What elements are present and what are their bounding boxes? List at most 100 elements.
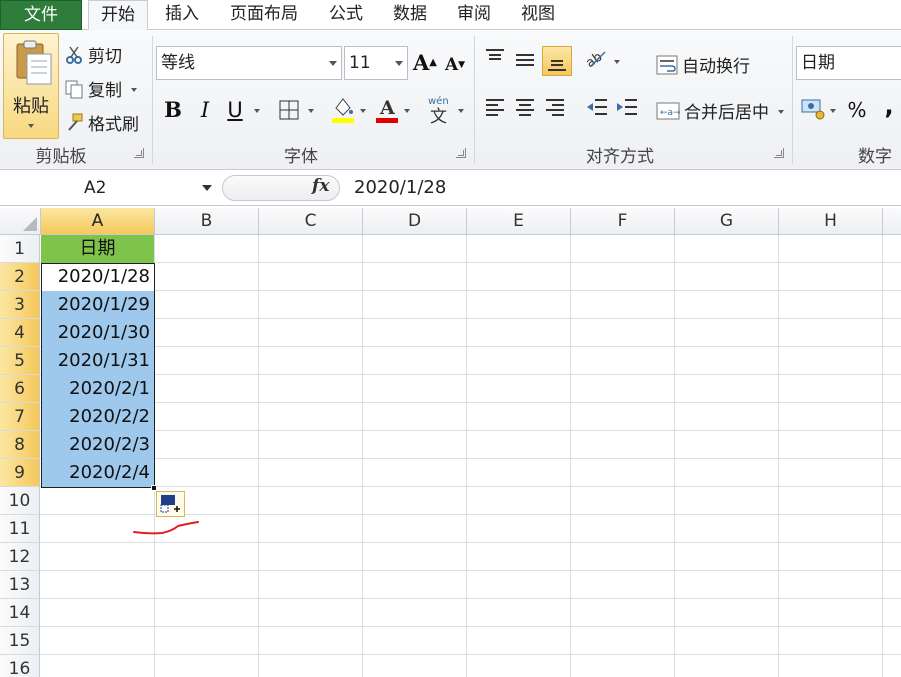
auto-fill-options-button[interactable] [156,491,185,517]
row-header-14[interactable]: 14 [0,599,40,627]
tab-formulas[interactable]: 公式 [318,0,374,30]
font-launcher-icon[interactable] [456,148,466,158]
border-button[interactable] [276,97,302,123]
orientation-dropdown-icon[interactable] [614,60,620,64]
tab-home[interactable]: 开始 [88,0,148,31]
wrap-text-button[interactable]: 自动换行 [656,52,750,81]
accounting-format-icon[interactable] [800,96,826,122]
column-header-f[interactable]: F [571,208,675,235]
comma-style-button[interactable]: , [876,93,901,119]
clipboard-launcher-icon[interactable] [134,148,144,158]
row-header-16[interactable]: 16 [0,655,40,677]
shrink-font-icon[interactable]: A▼ [442,52,468,78]
align-bottom-button[interactable] [542,46,572,76]
decrease-indent-icon[interactable] [584,96,610,122]
row-header-11[interactable]: 11 [0,515,40,543]
align-left-icon[interactable] [482,96,508,122]
gridline [40,346,901,347]
row-header-15[interactable]: 15 [0,627,40,655]
name-box[interactable]: A2 [0,173,218,203]
select-all-corner[interactable] [0,208,41,235]
font-color-icon: A [376,97,398,123]
format-painter-button[interactable]: 格式刷 [64,110,139,138]
tab-view[interactable]: 视图 [510,0,566,30]
alignment-launcher-icon[interactable] [774,148,784,158]
tab-data[interactable]: 数据 [382,0,438,30]
copy-button[interactable]: 复制 [64,76,138,104]
font-size-combo[interactable]: 11 [344,46,408,80]
grow-font-icon[interactable]: A▲ [412,50,438,76]
svg-text:ab: ab [585,50,605,68]
italic-button[interactable]: I [192,97,218,123]
svg-text:文: 文 [430,107,447,124]
number-format-value: 日期 [801,53,835,73]
insert-function-icon[interactable]: fx [312,176,329,196]
tab-page-layout[interactable]: 页面布局 [220,0,308,30]
column-header-c[interactable]: C [259,208,363,235]
row-header-3[interactable]: 3 [0,291,40,319]
column-header-b[interactable]: B [155,208,259,235]
tab-insert[interactable]: 插入 [152,0,212,30]
merge-center-button[interactable]: ←a→ 合并后居中 [656,98,785,127]
phonetic-button[interactable]: wén 文 [426,94,452,127]
font-name-value: 等线 [161,53,195,73]
align-bottom-icon [548,60,566,71]
row-header-12[interactable]: 12 [0,543,40,571]
red-annotation-stroke [133,521,199,535]
formula-bar: A2 fx 2020/1/28 [0,170,901,206]
orientation-glyph: ab [583,50,606,71]
increase-indent-icon[interactable] [614,96,640,122]
fill-color-dropdown-icon[interactable] [360,109,366,113]
phonetic-dropdown-icon[interactable] [458,109,464,113]
underline-dropdown-icon[interactable] [254,109,260,113]
column-header-i[interactable] [883,208,901,235]
group-divider [474,36,475,164]
row-header-13[interactable]: 13 [0,571,40,599]
row-header-10[interactable]: 10 [0,487,40,515]
chevron-down-icon [395,61,403,66]
row-header-8[interactable]: 8 [0,431,40,459]
paste-button[interactable]: 粘贴 [3,33,59,139]
cell-a1[interactable]: 日期 [41,235,154,263]
row-header-9[interactable]: 9 [0,459,40,487]
orientation-icon[interactable]: ab [583,46,610,72]
align-center-icon[interactable] [512,96,538,122]
column-header-h[interactable]: H [779,208,883,235]
tab-review[interactable]: 审阅 [446,0,502,30]
corner-triangle-icon [23,217,37,231]
column-header-a[interactable]: A [41,208,155,235]
clipboard-group-label: 剪贴板 [35,147,87,167]
formula-input[interactable]: 2020/1/28 [354,173,446,203]
row-header-5[interactable]: 5 [0,347,40,375]
group-divider [152,36,153,164]
align-top-icon[interactable] [482,46,508,72]
number-format-combo[interactable]: 日期 [796,46,901,80]
font-color-dropdown-icon[interactable] [404,109,410,113]
font-name-combo[interactable]: 等线 [156,46,342,80]
row-header-1[interactable]: 1 [0,235,40,263]
underline-button[interactable]: U [222,97,248,123]
bold-button[interactable]: B [160,97,186,123]
gridline [40,374,901,375]
chevron-down-icon [329,61,337,66]
font-color-button[interactable]: A [374,94,400,123]
row-header-2[interactable]: 2 [0,263,40,291]
percent-button[interactable]: % [844,97,870,123]
column-header-e[interactable]: E [467,208,571,235]
row-header-4[interactable]: 4 [0,319,40,347]
fill-color-button[interactable] [330,94,356,123]
accounting-dropdown-icon[interactable] [830,109,836,113]
tab-file[interactable]: 文件 [0,0,82,30]
column-header-g[interactable]: G [675,208,779,235]
align-middle-icon[interactable] [512,48,538,74]
gridline [40,262,901,263]
border-dropdown-icon[interactable] [308,109,314,113]
cut-button[interactable]: 剪切 [64,42,122,70]
paste-label: 粘贴 [13,96,49,117]
gridline [40,626,901,627]
column-header-d[interactable]: D [363,208,467,235]
row-header-7[interactable]: 7 [0,403,40,431]
row-header-6[interactable]: 6 [0,375,40,403]
merge-center-label: 合并后居中 [684,103,769,123]
align-right-icon[interactable] [542,96,568,122]
